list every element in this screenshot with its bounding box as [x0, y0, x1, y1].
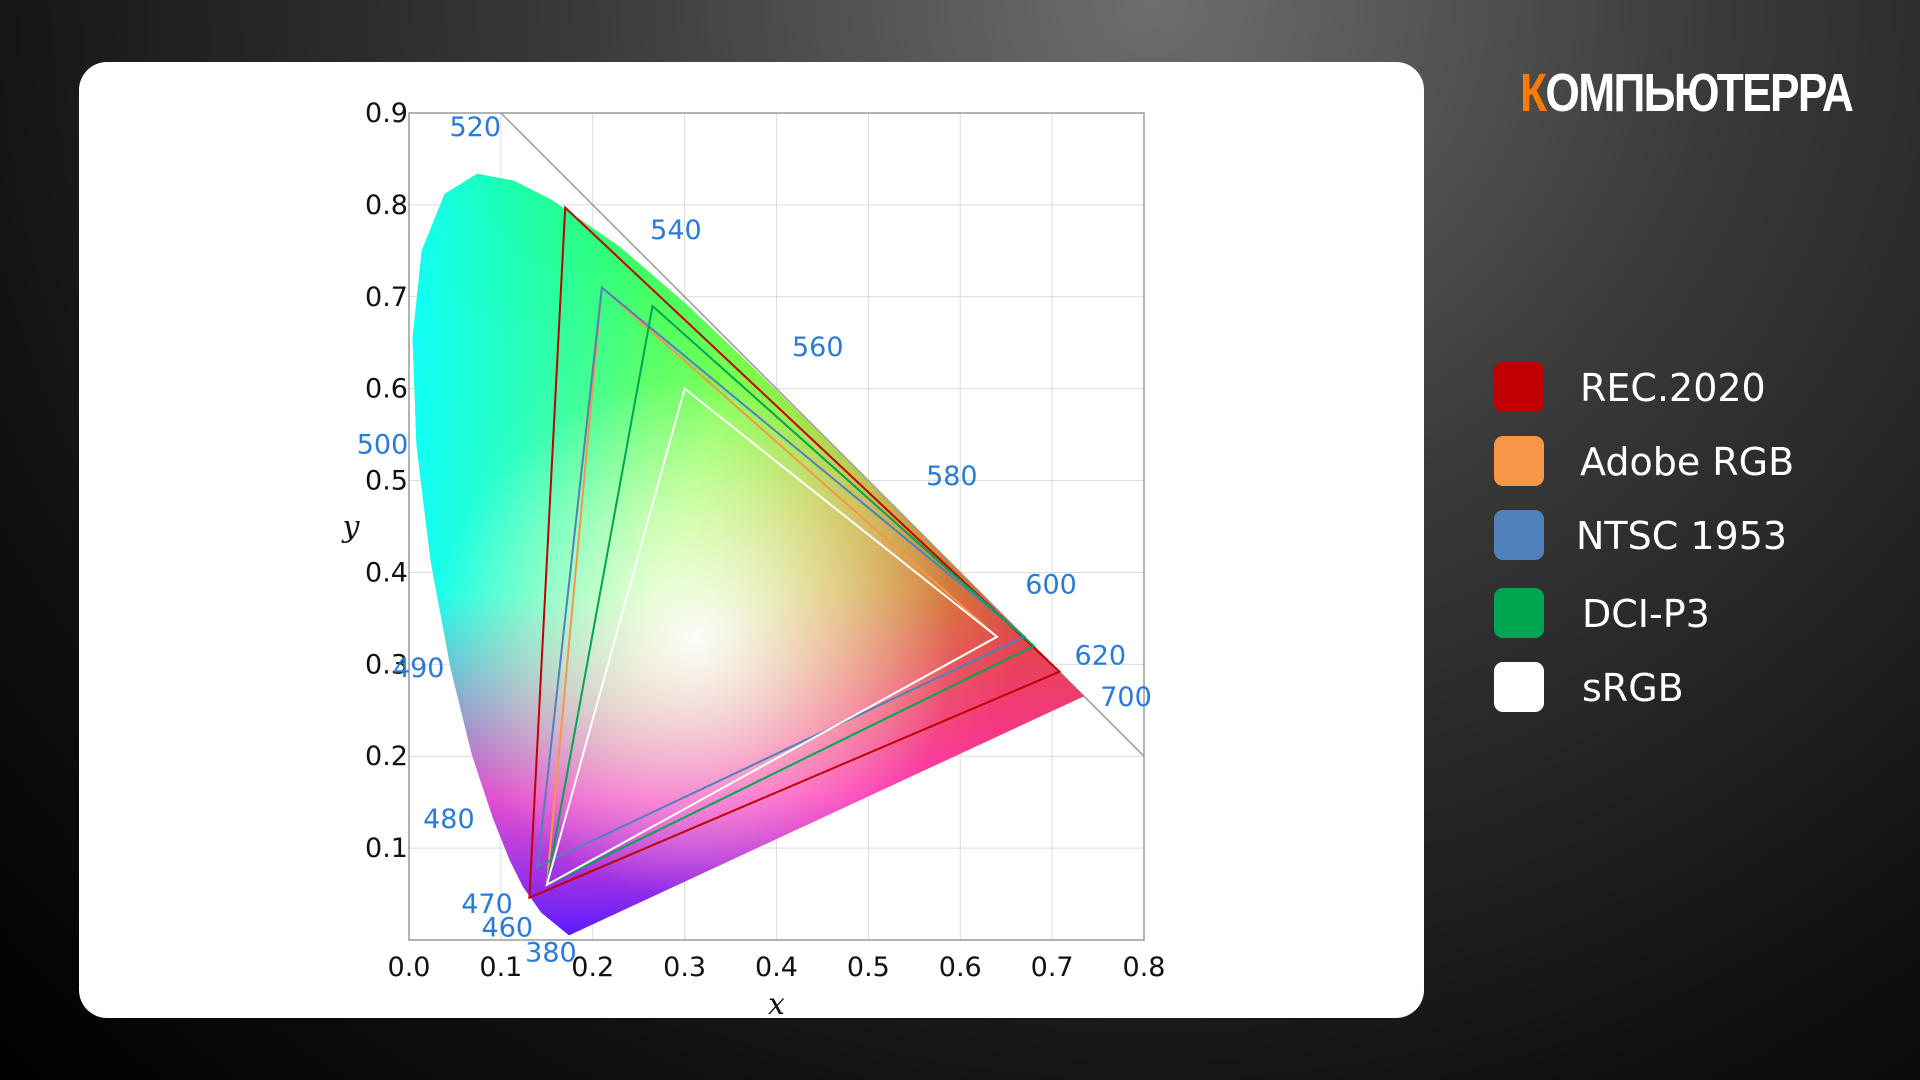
legend-swatch — [1494, 662, 1544, 712]
x-tick-label: 0.2 — [571, 952, 614, 983]
y-tick-label: 0.4 — [365, 557, 408, 588]
wavelength-label: 490 — [393, 653, 445, 684]
legend-item-adobe-rgb: Adobe RGB — [1494, 436, 1834, 486]
y-tick-label: 0.7 — [365, 282, 408, 313]
wavelength-label: 500 — [357, 429, 409, 460]
y-tick-label: 0.9 — [365, 98, 408, 129]
legend-label: Adobe RGB — [1580, 440, 1795, 484]
wavelength-label: 580 — [926, 461, 978, 492]
legend-label: REC.2020 — [1580, 366, 1766, 410]
x-tick-label: 0.8 — [1123, 952, 1166, 983]
legend-swatch — [1494, 436, 1544, 486]
wavelength-label: 560 — [792, 332, 844, 363]
wavelength-label: 540 — [650, 215, 702, 246]
legend-swatch — [1494, 510, 1544, 560]
brand-logo-accent: К — [1520, 63, 1547, 123]
legend-item-rec2020: REC.2020 — [1494, 362, 1834, 412]
wavelength-label: 700 — [1100, 682, 1152, 713]
chart-card: 0.0 0.1 0.2 0.3 0.4 0.5 0.6 0.7 0.8 0.1 0.2 0.3 0.4 0… — [79, 62, 1424, 1018]
x-axis-label: x — [768, 987, 785, 1018]
chromaticity-chart: 0.0 0.1 0.2 0.3 0.4 0.5 0.6 0.7 0.80.10.20.30.40… — [341, 98, 1166, 1018]
legend-swatch — [1494, 362, 1544, 412]
x-tick-label: 0.4 — [755, 952, 798, 983]
legend-label: NTSC 1953 — [1576, 514, 1788, 558]
legend-item-srgb: sRGB — [1494, 662, 1834, 712]
legend-label: sRGB — [1582, 666, 1684, 710]
x-tick-label: 0.7 — [1031, 952, 1074, 983]
y-axis-label: y — [341, 510, 361, 545]
wavelength-label: 620 — [1075, 641, 1127, 672]
x-tick-label: 0.3 — [663, 952, 706, 983]
spectral-locus-white — [412, 173, 1085, 936]
wavelength-label: 480 — [423, 804, 475, 835]
wavelength-label: 520 — [449, 112, 501, 143]
brand-logo-text: ОМПЬЮТЕРРА — [1545, 63, 1854, 123]
legend-item-ntsc-1953: NTSC 1953 — [1494, 510, 1834, 560]
wavelength-label: 600 — [1025, 570, 1077, 601]
y-tick-label: 0.8 — [365, 190, 408, 221]
x-tick-label: 0.1 — [479, 952, 522, 983]
x-tick-label: 0.0 — [388, 952, 431, 983]
legend-item-dci-p3: DCI-P3 — [1494, 588, 1834, 638]
y-tick-label: 0.5 — [365, 466, 408, 497]
y-tick-label: 0.6 — [365, 374, 408, 405]
legend-swatch — [1494, 588, 1544, 638]
legend-label: DCI-P3 — [1582, 592, 1710, 636]
x-tick-label: 0.5 — [847, 952, 890, 983]
x-tick-label: 0.6 — [939, 952, 982, 983]
brand-logo: КОМПЬЮТЕРРА — [1520, 62, 1854, 124]
y-tick-label: 0.2 — [365, 741, 408, 772]
y-tick-label: 0.1 — [365, 833, 408, 864]
wavelength-label: 470 — [461, 889, 513, 920]
